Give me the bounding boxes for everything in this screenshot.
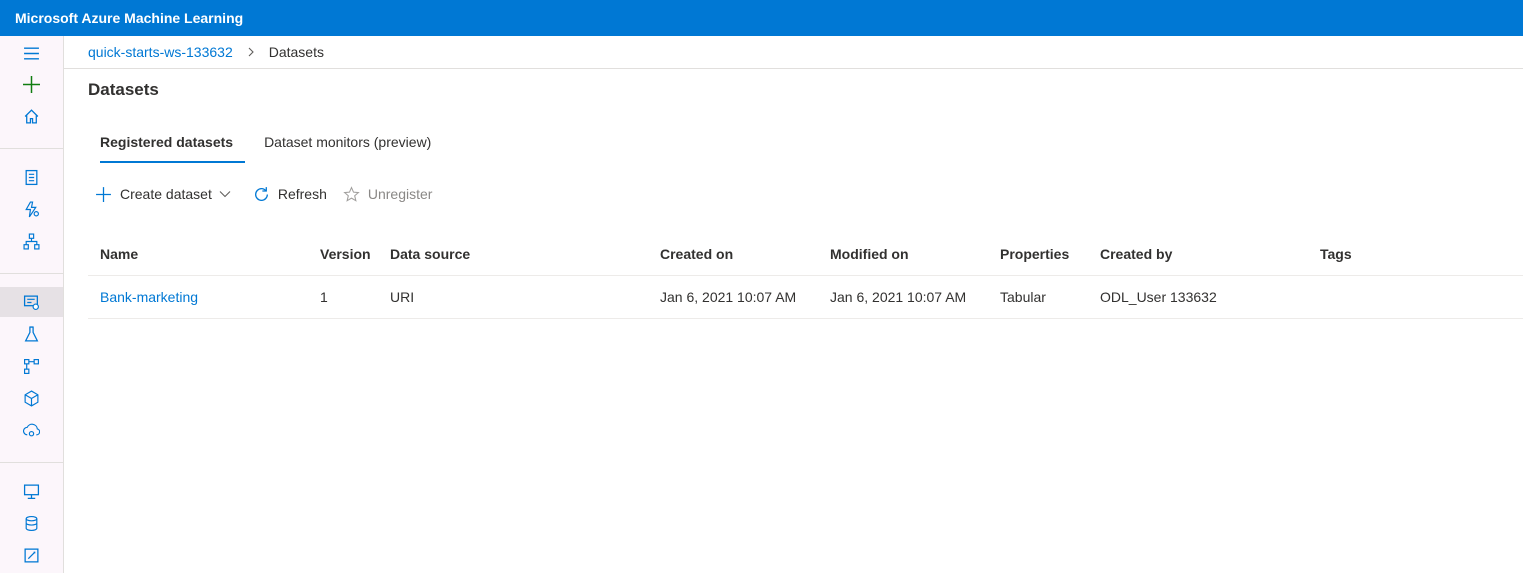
dataset-created-by: ODL_User 133632 <box>1100 289 1217 305</box>
column-header-properties[interactable]: Properties <box>1000 232 1069 276</box>
dataset-data-source: URI <box>390 289 415 305</box>
tab-list: Registered datasets Dataset monitors (pr… <box>88 131 443 165</box>
breadcrumb-current: Datasets <box>268 43 324 60</box>
tab-registered-datasets[interactable]: Registered datasets <box>88 131 246 165</box>
main-content: quick-starts-ws-133632 Datasets Datasets… <box>64 36 1523 573</box>
column-header-data-source[interactable]: Data source <box>390 232 470 276</box>
pipelines-icon[interactable] <box>0 351 63 381</box>
unregister-label: Unregister <box>367 186 433 202</box>
data-labeling-icon[interactable] <box>0 540 63 570</box>
app-title: Microsoft Azure Machine Learning <box>15 10 244 26</box>
table-header: Name Version Data source Created on Modi… <box>88 232 1523 276</box>
dataset-modified-on: Jan 6, 2021 10:07 AM <box>830 289 967 305</box>
datasets-icon[interactable] <box>0 287 63 317</box>
compute-icon[interactable] <box>0 476 63 506</box>
notebook-icon[interactable] <box>0 162 63 192</box>
app-title-bar: Microsoft Azure Machine Learning <box>0 0 1523 36</box>
menu-icon[interactable] <box>0 38 63 68</box>
column-header-modified-on[interactable]: Modified on <box>830 232 909 276</box>
dataset-name-link[interactable]: Bank-marketing <box>100 276 198 319</box>
dataset-properties: Tabular <box>1000 289 1046 305</box>
chevron-right-icon <box>247 47 255 57</box>
breadcrumb: quick-starts-ws-133632 Datasets <box>64 36 1523 69</box>
dataset-version: 1 <box>320 289 328 305</box>
designer-icon[interactable] <box>0 226 63 256</box>
datasets-table: Name Version Data source Created on Modi… <box>88 232 1523 319</box>
create-dataset-label: Create dataset <box>120 186 212 202</box>
breadcrumb-workspace-link[interactable]: quick-starts-ws-133632 <box>88 36 233 69</box>
star-icon <box>343 185 360 202</box>
command-bar: Create dataset Refresh Unregister <box>95 184 432 204</box>
left-nav <box>0 36 64 573</box>
models-icon[interactable] <box>0 383 63 413</box>
chevron-down-icon <box>219 191 231 198</box>
add-icon[interactable] <box>0 69 63 99</box>
column-header-created-on[interactable]: Created on <box>660 232 733 276</box>
endpoints-icon[interactable] <box>0 415 63 445</box>
column-header-version[interactable]: Version <box>320 232 371 276</box>
dataset-created-on: Jan 6, 2021 10:07 AM <box>660 289 797 305</box>
refresh-label: Refresh <box>277 186 327 202</box>
automl-icon[interactable] <box>0 194 63 224</box>
column-header-name[interactable]: Name <box>100 232 138 276</box>
column-header-created-by[interactable]: Created by <box>1100 232 1172 276</box>
page-title: Datasets <box>88 80 159 99</box>
home-icon[interactable] <box>0 101 63 131</box>
refresh-button[interactable]: Refresh <box>253 186 327 203</box>
experiments-icon[interactable] <box>0 319 63 349</box>
refresh-icon <box>254 186 268 201</box>
datastores-icon[interactable] <box>0 508 63 538</box>
add-icon <box>96 186 111 202</box>
unregister-button[interactable]: Unregister <box>343 185 433 203</box>
table-row[interactable]: Bank-marketing 1 URI Jan 6, 2021 10:07 A… <box>88 276 1523 319</box>
create-dataset-button[interactable]: Create dataset <box>95 186 239 203</box>
column-header-tags[interactable]: Tags <box>1320 232 1352 276</box>
tab-dataset-monitors[interactable]: Dataset monitors (preview) <box>254 131 443 165</box>
